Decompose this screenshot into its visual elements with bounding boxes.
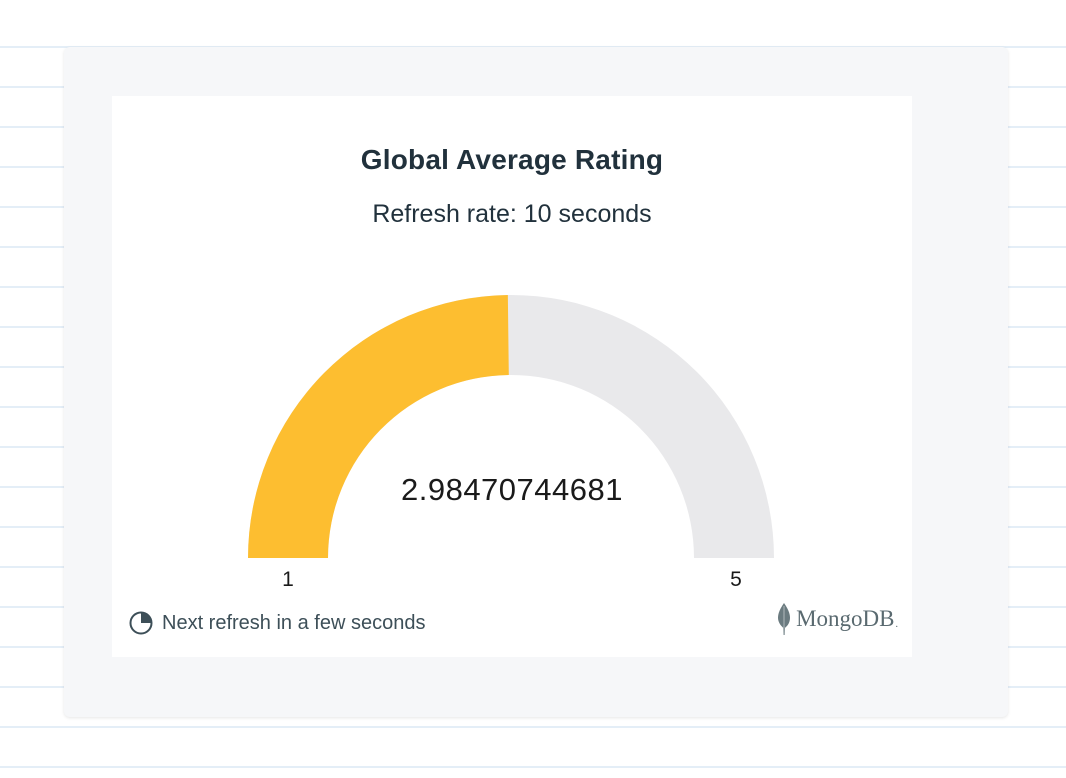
gauge-value-arc	[248, 295, 509, 558]
refresh-status-text: Next refresh in a few seconds	[162, 611, 426, 634]
chart-panel: Global Average Rating Refresh rate: 10 s…	[112, 96, 912, 657]
dashboard-card: Global Average Rating Refresh rate: 10 s…	[64, 47, 1008, 717]
gauge-value-label: 2.98470744681	[400, 472, 623, 507]
mongodb-brand: MongoDB.	[776, 602, 898, 636]
brand-dot: .	[895, 618, 899, 630]
gauge-max-label: 5	[730, 568, 742, 591]
gauge-min-label: 1	[282, 568, 294, 591]
refresh-status: Next refresh in a few seconds	[128, 610, 425, 636]
page-background: { "colors": { "gauge_fill": "#fdbe30", "…	[0, 0, 1066, 778]
clock-pie-icon	[128, 610, 154, 636]
brand-name: MongoDB	[796, 606, 895, 631]
gauge-chart	[248, 295, 774, 558]
mongodb-leaf-icon	[776, 602, 792, 636]
